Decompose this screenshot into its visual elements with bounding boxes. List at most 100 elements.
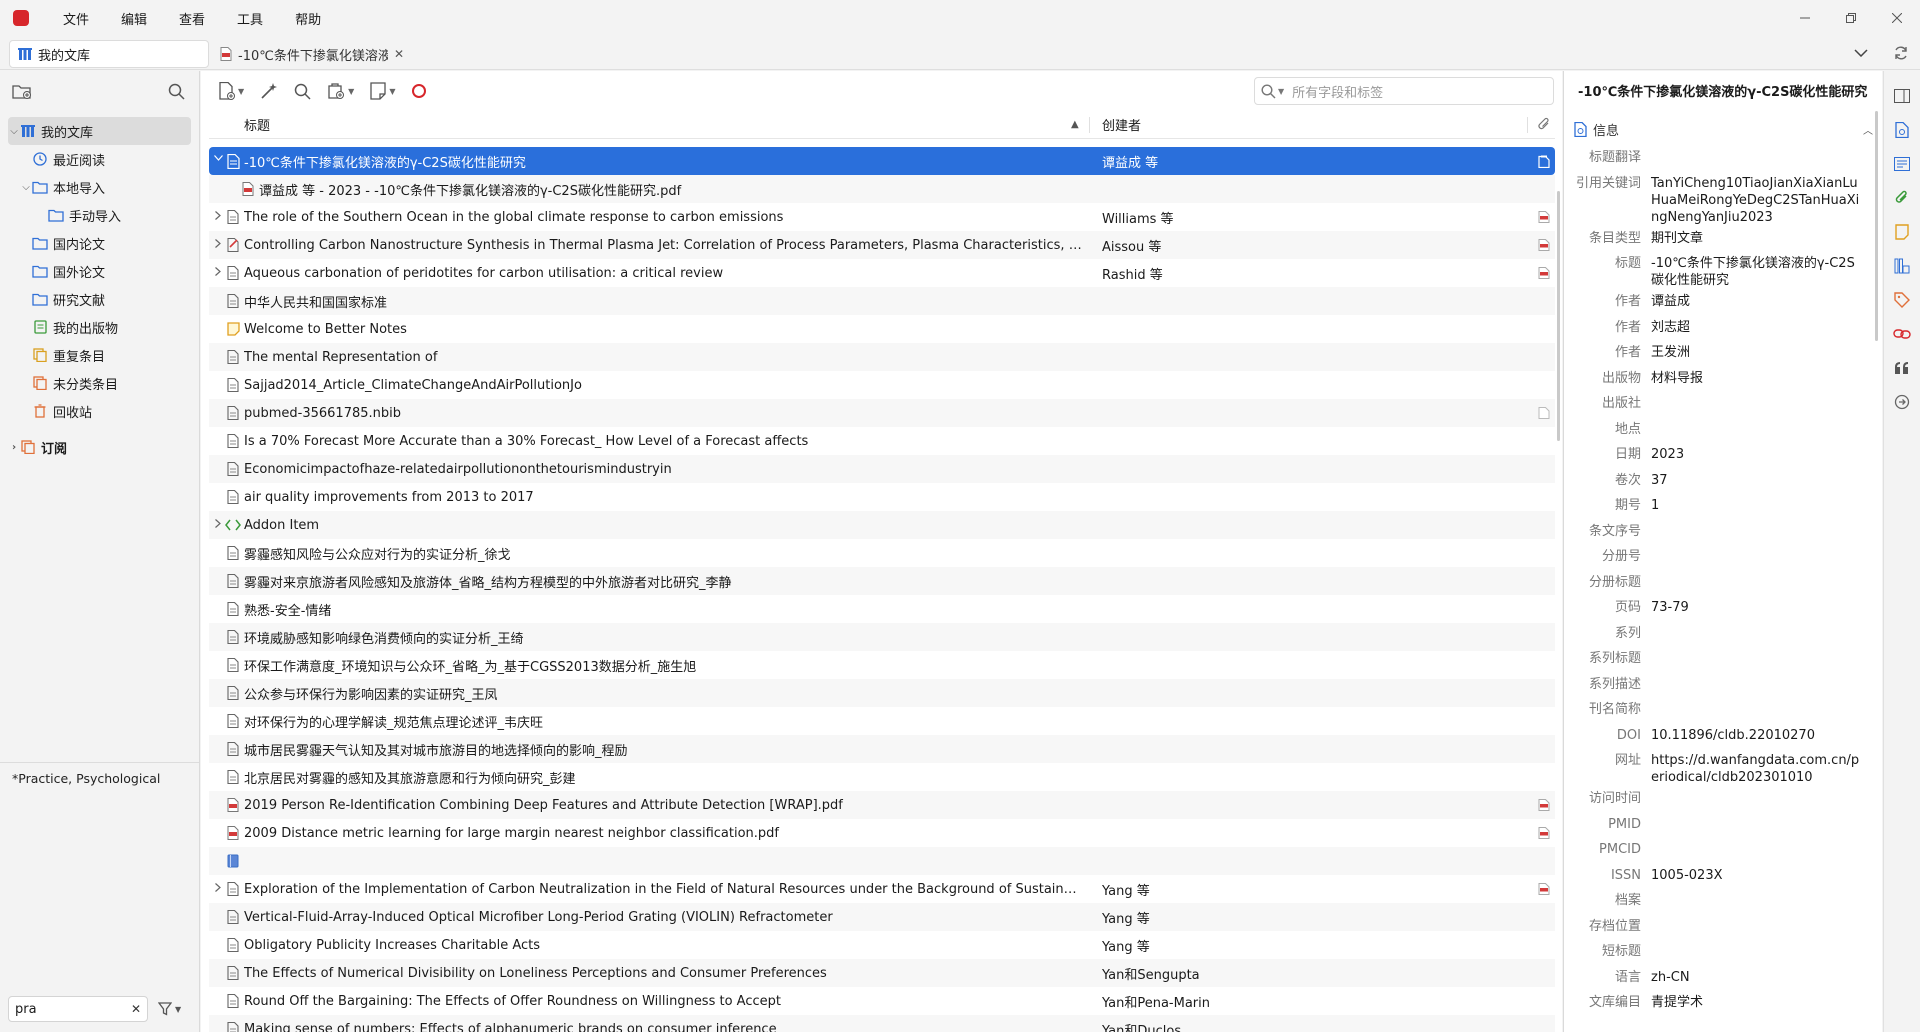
toggle-pane-button[interactable] (1889, 83, 1915, 109)
chevron-down-icon[interactable]: ⌵ (8, 126, 20, 137)
item-row[interactable]: 2019 Person Re-Identification Combining … (209, 791, 1555, 819)
pdf-attachment-icon[interactable] (1537, 238, 1551, 252)
tabs-menu-button[interactable] (1846, 38, 1876, 68)
clear-icon[interactable]: ✕ (131, 1002, 141, 1016)
item-row[interactable]: 雾霾对来京旅游者风险感知及旅游体_省略_结构方程模型的中外旅游者对比研究_李静 (209, 567, 1555, 595)
add-by-identifier-button[interactable] (252, 77, 286, 105)
field-value[interactable] (1651, 548, 1861, 570)
item-row[interactable]: 环保工作满意度_环境知识与公众环_省略_为_基于CGSS2013数据分析_施生旭 (209, 651, 1555, 679)
collection-manual-import[interactable]: 手动导入 (8, 201, 191, 229)
field-value[interactable] (1651, 892, 1861, 914)
field-value[interactable] (1651, 841, 1861, 863)
item-row[interactable]: Sajjad2014_Article_ClimateChangeAndAirPo… (209, 371, 1555, 399)
field-value[interactable] (1651, 676, 1861, 698)
sidenav-notes[interactable] (1889, 219, 1915, 245)
collection-research[interactable]: 研究文献 (8, 285, 191, 313)
sidenav-tags[interactable] (1889, 287, 1915, 313)
pdf-attachment-icon[interactable] (1537, 826, 1551, 840)
file-attachment-icon[interactable] (1537, 406, 1551, 420)
collection-publications[interactable]: 我的出版物 (8, 313, 191, 341)
collection-domestic[interactable]: 国内论文 (8, 229, 191, 257)
field-value[interactable]: 王发洲 (1651, 344, 1861, 366)
sidenav-related[interactable] (1889, 321, 1915, 347)
tag-filter-input[interactable]: pra ✕ (8, 996, 148, 1022)
field-value[interactable]: 材料导报 (1651, 370, 1861, 392)
field-value[interactable]: zh-CN (1651, 969, 1861, 991)
tag-item[interactable]: *Practice, Psychological (12, 771, 160, 786)
field-value[interactable]: -10℃条件下掺氯化镁溶液的γ-C2S碳化性能研究 (1651, 255, 1861, 289)
item-row[interactable]: The Effects of Numerical Divisibility on… (209, 959, 1555, 987)
chevron-right-icon[interactable] (212, 519, 224, 528)
item-row[interactable]: The role of the Southern Ocean in the gl… (209, 203, 1555, 231)
add-attachment-button[interactable]: ▼ (319, 77, 362, 105)
field-value[interactable]: TanYiCheng10TiaoJianXiaXianLuHuaMeiRongY… (1651, 175, 1861, 226)
chevron-right-icon[interactable] (212, 211, 224, 220)
field-value[interactable]: 青提学术 (1651, 994, 1861, 1016)
info-section-header[interactable]: 信息 ︿ (1564, 115, 1883, 143)
field-value[interactable] (1651, 790, 1861, 812)
items-scrollbar[interactable] (1557, 191, 1560, 441)
item-row[interactable]: The mental Representation of (209, 343, 1555, 371)
item-row[interactable]: 中华人民共和国国家标准 (209, 287, 1555, 315)
sidenav-citation[interactable] (1889, 355, 1915, 381)
item-row[interactable]: Making sense of numbers: Effects of alph… (209, 1015, 1555, 1032)
column-creator[interactable]: 创建者 (1102, 115, 1141, 134)
paperclip-icon[interactable] (1537, 117, 1551, 132)
field-value[interactable] (1651, 421, 1861, 443)
collection-trash[interactable]: 回收站 (8, 397, 191, 425)
field-value[interactable] (1651, 701, 1861, 723)
sidenav-attachments[interactable] (1889, 185, 1915, 211)
field-value[interactable] (1651, 943, 1861, 965)
item-row[interactable]: 对环保行为的心理学解读_规范焦点理论述评_韦庆旺 (209, 707, 1555, 735)
pdf-attachment-icon[interactable] (1537, 798, 1551, 812)
item-search-input[interactable]: ▼ 所有字段和标签 (1254, 77, 1554, 105)
item-row[interactable]: Controlling Carbon Nanostructure Synthes… (209, 231, 1555, 259)
sidenav-locate[interactable] (1889, 389, 1915, 415)
column-title[interactable]: 标题 (244, 115, 270, 134)
item-row[interactable]: air quality improvements from 2013 to 20… (209, 483, 1555, 511)
item-row[interactable]: Round Off the Bargaining: The Effects of… (209, 987, 1555, 1015)
item-row[interactable]: Economicimpactofhaze-relatedairpollution… (209, 455, 1555, 483)
item-row[interactable]: Addon Item (209, 511, 1555, 539)
column-separator[interactable] (1527, 117, 1528, 133)
sidenav-info[interactable] (1889, 117, 1915, 143)
field-value[interactable]: 2023 (1651, 446, 1861, 468)
field-value[interactable]: 37 (1651, 472, 1861, 494)
stop-button[interactable] (403, 77, 435, 105)
collection-local-import[interactable]: ⌵ 本地导入 (8, 173, 191, 201)
item-row[interactable] (209, 847, 1555, 875)
attachment-row[interactable]: 谭益成 等 - 2023 - -10℃条件下掺氯化镁溶液的γ-C2S碳化性能研究… (209, 175, 1555, 203)
sidenav-libraries-collections[interactable] (1889, 253, 1915, 279)
item-row[interactable]: 雾霾感知风险与公众应对行为的实证分析_徐戈 (209, 539, 1555, 567)
field-value[interactable] (1651, 523, 1861, 545)
item-row[interactable]: 2009 Distance metric learning for large … (209, 819, 1555, 847)
menu-file[interactable]: 文件 (47, 9, 105, 28)
item-row[interactable]: Vertical-Fluid-Array-Induced Optical Mic… (209, 903, 1555, 931)
chevron-right-icon[interactable]: › (8, 442, 20, 453)
field-value[interactable] (1651, 149, 1861, 171)
field-value[interactable]: 谭益成 (1651, 293, 1861, 315)
chevron-up-icon[interactable]: ︿ (1863, 122, 1873, 137)
field-value[interactable]: 73-79 (1651, 599, 1861, 621)
search-mode-caret[interactable]: ▼ (1278, 87, 1284, 96)
menu-help[interactable]: 帮助 (279, 9, 337, 28)
collection-feeds[interactable]: › 订阅 (8, 433, 191, 461)
field-value[interactable]: 10.11896/cldb.22010270 (1651, 727, 1861, 749)
field-value[interactable]: 1005-023X (1651, 867, 1861, 889)
collection-recent[interactable]: 最近阅读 (8, 145, 191, 173)
field-value[interactable]: 刘志超 (1651, 319, 1861, 341)
collection-my-library[interactable]: ⌵ 我的文库 (8, 117, 191, 145)
item-row[interactable]: Is a 70% Forecast More Accurate than a 3… (209, 427, 1555, 455)
collection-unfiled[interactable]: 未分类条目 (8, 369, 191, 397)
item-row[interactable]: Obligatory Publicity Increases Charitabl… (209, 931, 1555, 959)
item-row[interactable]: Aqueous carbonation of peridotites for c… (209, 259, 1555, 287)
item-row[interactable]: -10℃条件下掺氯化镁溶液的γ-C2S碳化性能研究 谭益成 等 (209, 147, 1555, 175)
new-item-button[interactable]: ▼ (211, 77, 252, 105)
menu-edit[interactable]: 编辑 (105, 9, 163, 28)
attachment-icon[interactable] (1537, 154, 1551, 168)
field-value[interactable]: https://d.wanfangdata.com.cn/periodical/… (1651, 752, 1861, 786)
tab-document[interactable]: -10℃条件下掺氯化镁溶液 ✕ (216, 40, 406, 68)
menu-tools[interactable]: 工具 (221, 9, 279, 28)
column-separator[interactable] (1089, 117, 1090, 133)
new-collection-button[interactable] (12, 83, 32, 100)
